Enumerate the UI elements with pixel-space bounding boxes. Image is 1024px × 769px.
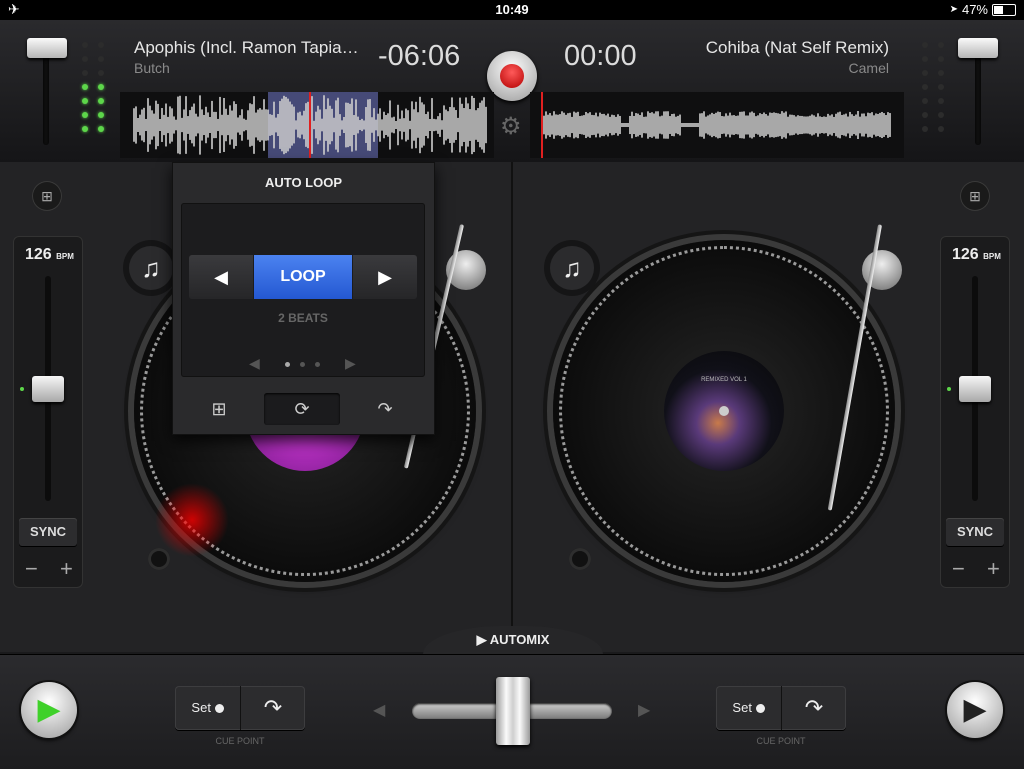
status-bar: ✈ 10:49 ➤ 47% (0, 0, 1024, 20)
page-dot-2 (300, 362, 305, 367)
deck-b-waveform[interactable] (530, 92, 904, 158)
loop-tab-button[interactable]: ⟳ (264, 393, 340, 425)
location-icon: ➤ (949, 4, 958, 15)
deck-a-sync-button[interactable]: SYNC (19, 518, 77, 546)
deck-b-start-stop-button[interactable] (569, 548, 591, 570)
page-dot-1 (285, 362, 290, 367)
deck-b-sync-button[interactable]: SYNC (946, 518, 1004, 546)
jump-icon: ↷ (804, 695, 824, 720)
deck-a-pitch-minus[interactable]: − (25, 556, 38, 582)
deck-a-pitch-panel: 126 BPM SYNC − + (13, 236, 83, 588)
deck-a-volume-knob[interactable] (27, 38, 67, 58)
loop-toggle-button[interactable]: LOOP (254, 255, 352, 299)
deck-b-eq-button[interactable]: ⊞ (960, 181, 990, 211)
loop-icon: ⟳ (294, 399, 310, 419)
deck-a-add-music-button[interactable]: ♫ (129, 246, 173, 290)
mixer-tab-button[interactable]: ⊞ (181, 393, 257, 425)
mixer-sliders-icon: ⊞ (211, 399, 227, 419)
deck-b-cue-caption: CUE POINT (756, 736, 806, 746)
cue-dot-icon (214, 704, 224, 714)
jump-icon: ↷ (377, 399, 393, 419)
deck-b-play-button[interactable]: ▶ (947, 682, 1003, 738)
deck-b-turntable[interactable]: REMIXED VOL 1 (553, 240, 895, 582)
deck-b-add-music-button[interactable]: ♫ (550, 246, 594, 290)
battery-percent: 47% (961, 2, 988, 17)
deck-a-pitch-plus[interactable]: + (60, 556, 73, 582)
music-note-icon: ♫ (562, 253, 582, 283)
loop-next-button[interactable]: ▶ (353, 255, 417, 299)
loop-prev-button[interactable]: ◀ (189, 255, 253, 299)
deck-b-pitch-center-led (947, 387, 951, 391)
deck-b-pitch-minus[interactable]: − (952, 556, 965, 582)
battery-indicator: ➤ 47% (950, 2, 1016, 17)
deck-a-cue-glow (152, 480, 232, 560)
track-header: Apophis (Incl. Ramon Tapia… Butch -06:06… (0, 20, 1024, 163)
deck-b-track-title: Cohiba (Nat Self Remix) (705, 38, 889, 57)
play-icon: ▶ (37, 693, 61, 726)
deck-b-spindle (719, 406, 729, 416)
mixer-icon: ⊞ (969, 188, 981, 204)
mixer-icon: ⊞ (41, 188, 53, 204)
page-prev-icon[interactable]: ◀ (249, 355, 260, 372)
deck-a-track-title: Apophis (Incl. Ramon Tapia… (134, 38, 359, 57)
crossfader-knob[interactable] (496, 677, 530, 745)
deck-b-level-meter (922, 42, 944, 132)
deck-a-waveform[interactable] (120, 92, 494, 158)
deck-b-cue-jump-button[interactable]: ↷ (782, 686, 846, 730)
deck-a-pitch-knob[interactable] (32, 376, 64, 402)
jump-tab-button[interactable]: ↷ (347, 393, 423, 425)
deck-a-start-stop-button[interactable] (148, 548, 170, 570)
deck-a-play-button[interactable]: ▶ (21, 682, 77, 738)
auto-loop-header: AUTO LOOP (264, 175, 343, 190)
deck-b-track-artist: Camel (848, 60, 889, 76)
auto-loop-body: ◀ LOOP ▶ 2 BEATS ◀ ▶ (181, 203, 425, 377)
loop-beats-label: 2 BEATS (278, 311, 328, 325)
deck-a-cue-controls: Set ↷ (175, 686, 305, 730)
battery-icon (992, 3, 1016, 16)
deck-b-pitch-panel: 126 BPM SYNC − + (940, 236, 1010, 588)
deck-a-time: -06:06 (378, 40, 461, 72)
cue-dot-icon (755, 704, 765, 714)
deck-a-bpm: 126 BPM (25, 246, 74, 263)
deck-b-label-text: REMIXED VOL 1 (701, 377, 747, 383)
jump-icon: ↷ (263, 695, 283, 720)
deck-b-volume-knob[interactable] (958, 38, 998, 58)
auto-loop-popover: AUTO LOOP ◀ LOOP ▶ 2 BEATS ◀ ▶ ⊞ ⟳ ↷ (172, 162, 435, 435)
play-icon: ▶ (963, 693, 987, 726)
crossfader-right-icon[interactable]: ▶ (638, 700, 650, 720)
music-note-icon: ♫ (141, 253, 161, 283)
deck-b-time: 00:00 (564, 40, 637, 72)
status-time: 10:49 (495, 2, 529, 17)
deck-b-bpm: 126 BPM (952, 246, 1001, 263)
deck-b-cue-controls: Set ↷ (716, 686, 846, 730)
deck-b-cue-set-button[interactable]: Set (716, 686, 782, 730)
settings-icon[interactable]: ⚙ (500, 112, 522, 141)
deck-b-pitch-plus[interactable]: + (987, 556, 1000, 582)
deck-a-track-artist: Butch (134, 60, 170, 76)
deck-b-pitch-knob[interactable] (959, 376, 991, 402)
page-dot-3 (315, 362, 320, 367)
deck-a-pitch-center-led (20, 387, 24, 391)
deck-a-cue-jump-button[interactable]: ↷ (241, 686, 305, 730)
record-icon (500, 64, 524, 88)
deck-a-cue-caption: CUE POINT (215, 736, 265, 746)
page-next-icon[interactable]: ▶ (345, 355, 356, 372)
deck-a-cue-set-button[interactable]: Set (175, 686, 241, 730)
deck-b-record-label: REMIXED VOL 1 (664, 351, 784, 471)
deck-a-level-meter (82, 42, 104, 132)
crossfader-left-icon[interactable]: ◀ (373, 700, 385, 720)
deck-a-eq-button[interactable]: ⊞ (32, 181, 62, 211)
